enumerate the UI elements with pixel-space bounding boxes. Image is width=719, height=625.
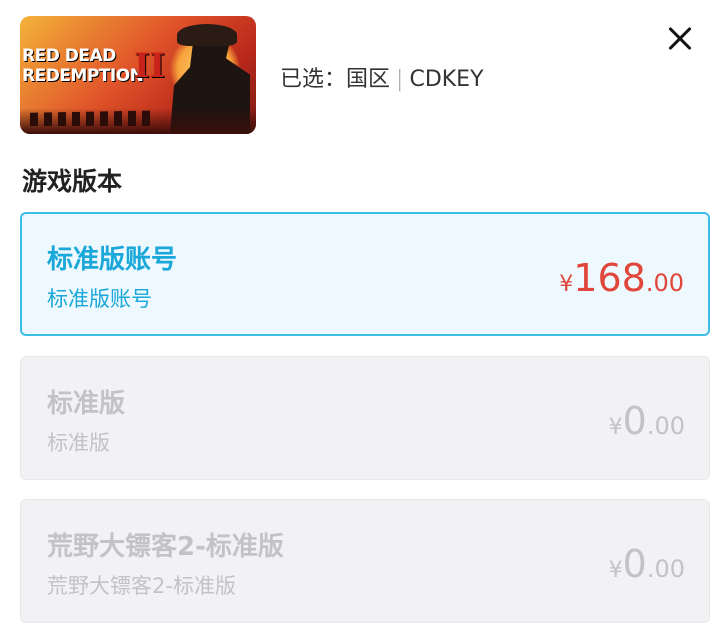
price-integer: 0	[622, 542, 647, 586]
close-icon[interactable]	[664, 22, 698, 56]
selected-prefix: 已选：	[280, 67, 347, 92]
cover-logo-line2: REDEMPTION	[22, 66, 144, 86]
price-currency: ¥	[559, 272, 574, 297]
option-name: 标准版账号	[47, 245, 178, 275]
selected-region: 国区	[346, 67, 391, 92]
version-option-rdr2-standard: 荒野大镖客2-标准版 荒野大镖客2-标准版 ¥0.00	[20, 499, 710, 623]
price-integer: 0	[622, 399, 647, 443]
option-name: 标准版	[47, 389, 126, 419]
cover-hat	[177, 24, 237, 46]
cover-logo-numeral: II	[134, 46, 165, 86]
option-name: 荒野大镖客2-标准版	[47, 532, 284, 562]
option-price: ¥0.00	[609, 399, 685, 443]
option-subtitle: 标准版账号	[47, 287, 152, 311]
price-decimal: .00	[646, 412, 685, 440]
price-currency: ¥	[608, 558, 623, 583]
product-cover-image: RED DEAD REDEMPTION II	[20, 16, 256, 134]
price-integer: 168	[573, 256, 646, 300]
version-option-standard-account[interactable]: 标准版账号 标准版账号 ¥168.00	[20, 212, 710, 336]
price-decimal: .00	[645, 269, 684, 297]
price-decimal: .00	[646, 555, 685, 583]
sku-selector-sheet: RED DEAD REDEMPTION II 已选：国区 | CDKEY 游戏版本 …	[0, 0, 719, 625]
selected-summary: 已选：国区 | CDKEY	[280, 61, 484, 93]
option-price: ¥0.00	[609, 542, 685, 586]
section-title-game-version: 游戏版本	[22, 167, 123, 196]
selected-type: CDKEY	[409, 67, 484, 92]
option-subtitle: 标准版	[47, 431, 110, 455]
cover-logo: RED DEAD REDEMPTION II	[22, 46, 165, 86]
option-subtitle: 荒野大镖客2-标准版	[47, 574, 236, 598]
product-header: RED DEAD REDEMPTION II 已选：国区 | CDKEY	[20, 16, 719, 134]
price-currency: ¥	[608, 415, 623, 440]
cover-logo-line1: RED DEAD	[22, 46, 116, 66]
option-price: ¥168.00	[559, 256, 684, 300]
version-option-standard: 标准版 标准版 ¥0.00	[20, 356, 710, 480]
selected-separator: |	[396, 67, 404, 92]
